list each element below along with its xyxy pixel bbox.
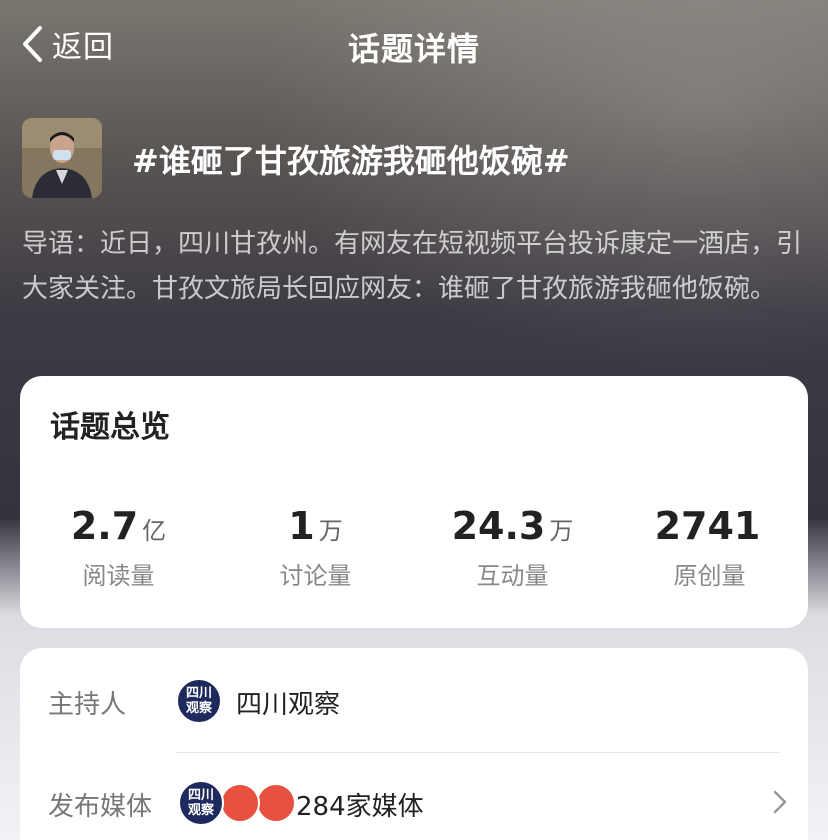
stat-unit: 亿: [142, 517, 167, 545]
media-row[interactable]: 发布媒体 四川 观察 284家媒体: [20, 760, 808, 840]
stat-unit: 万: [549, 517, 574, 545]
stat-label: 原创量: [673, 562, 746, 590]
host-row[interactable]: 主持人 四川 观察 四川观察: [20, 658, 808, 748]
stat-unit: 万: [318, 517, 343, 545]
sichuan-observer-logo-icon: 四川 观察: [176, 678, 222, 724]
stat-originals: 2741 原创量: [611, 504, 808, 594]
stat-reads: 2.7 亿 阅读量: [20, 504, 217, 594]
media-logo-icon: [256, 783, 296, 823]
stat-discussions: 1 万 讨论量: [217, 504, 414, 594]
media-logo-icon: [220, 783, 260, 823]
stat-value: 24.3: [451, 504, 546, 548]
sichuan-observer-logo-icon: 四川 观察: [178, 780, 224, 826]
overview-card: 话题总览 2.7 亿 阅读量 1 万 讨论量 24.3 万 互动量 2741 原…: [20, 376, 808, 628]
stat-label: 讨论量: [279, 562, 352, 590]
stat-interactions: 24.3 万 互动量: [414, 504, 611, 594]
topic-avatar: [22, 118, 102, 198]
media-label: 发布媒体: [48, 792, 153, 822]
stat-label: 阅读量: [82, 562, 155, 590]
host-label: 主持人: [48, 690, 127, 720]
topic-intro: 导语：近日，四川甘孜州。有网友在短视频平台投诉康定一酒店，引大家关注。甘孜文旅局…: [22, 229, 803, 304]
stat-label: 互动量: [476, 562, 549, 590]
person-photo-icon: [22, 118, 102, 198]
topic-title: #谁砸了甘孜旅游我砸他饭碗#: [132, 142, 570, 180]
chevron-right-icon: [773, 790, 787, 814]
stat-value: 2741: [654, 504, 761, 548]
stat-value: 1: [288, 504, 315, 548]
overview-title: 话题总览: [50, 410, 170, 445]
info-card: 主持人 四川 观察 四川观察 发布媒体 四川 观察 284家媒体: [20, 648, 808, 840]
divider: [176, 752, 780, 753]
page-title: 话题详情: [347, 30, 480, 68]
stats-row: 2.7 亿 阅读量 1 万 讨论量 24.3 万 互动量 2741 原创量: [20, 504, 808, 594]
nav-bar: 返回 话题详情: [0, 0, 828, 88]
host-name: 四川观察: [236, 690, 341, 720]
media-count: 284家媒体: [296, 792, 424, 822]
stat-value: 2.7: [70, 504, 139, 548]
